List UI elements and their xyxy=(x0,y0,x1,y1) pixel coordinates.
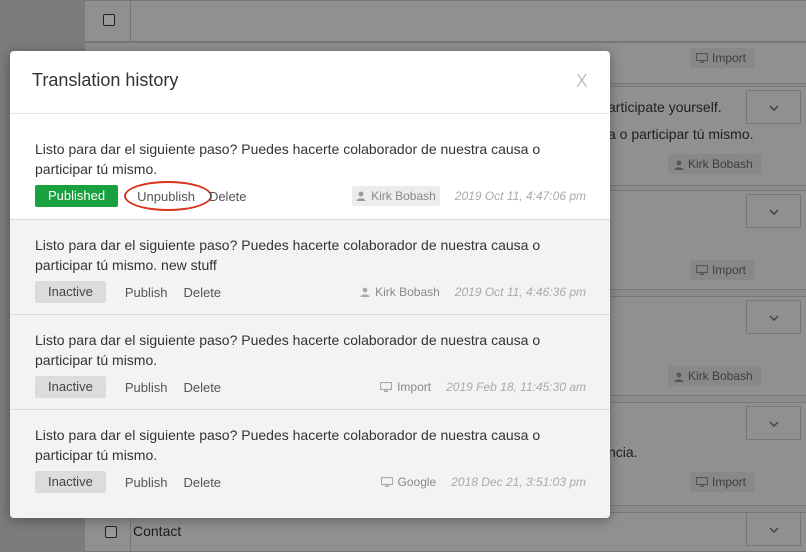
chevron-down-icon xyxy=(768,527,779,533)
publish-link[interactable]: Publish xyxy=(125,475,168,490)
monitor-icon xyxy=(380,476,393,487)
chevron-down-icon xyxy=(768,105,779,111)
expand-button[interactable] xyxy=(746,300,801,334)
timestamp: 2019 Oct 11, 4:47:06 pm xyxy=(454,189,586,203)
history-entry: Listo para dar el siguiente paso? Puedes… xyxy=(10,410,610,518)
history-entry: Listo para dar el siguiente paso? Puedes… xyxy=(10,315,610,410)
modal-title: Translation history xyxy=(32,70,179,90)
entry-actions: Inactive Publish Delete xyxy=(35,471,221,493)
user-icon xyxy=(356,191,366,201)
timestamp: 2019 Feb 18, 11:45:30 am xyxy=(446,380,586,394)
expand-button[interactable] xyxy=(746,512,801,546)
row-text: articipate yourself. xyxy=(608,99,722,115)
source-badge: Kirk Bobash xyxy=(668,154,761,174)
chevron-down-icon xyxy=(768,315,779,321)
chevron-down-icon xyxy=(768,209,779,215)
delete-link[interactable]: Delete xyxy=(183,285,221,300)
entry-actions: Inactive Publish Delete xyxy=(35,376,221,398)
entry-text: Listo para dar el siguiente paso? Puedes… xyxy=(35,427,541,463)
table-row xyxy=(85,0,806,42)
chevron-down-icon xyxy=(768,421,779,427)
delete-link[interactable]: Delete xyxy=(209,189,247,204)
entry-text: Listo para dar el siguiente paso? Puedes… xyxy=(35,141,541,177)
translation-history-modal: Translation history X Listo para dar el … xyxy=(10,51,610,518)
monitor-icon xyxy=(695,476,709,487)
source-badge: Import xyxy=(690,472,755,492)
monitor-icon xyxy=(695,264,709,275)
source-badge: Import xyxy=(690,48,755,68)
entry-actions: Published Unpublish Delete xyxy=(35,180,247,211)
status-badge: Published xyxy=(35,185,119,207)
status-badge: Inactive xyxy=(35,281,106,303)
monitor-icon xyxy=(695,52,709,63)
entry-text: Listo para dar el siguiente paso? Puedes… xyxy=(35,237,541,273)
close-button[interactable]: X xyxy=(576,71,588,92)
row-text: a o participar tú mismo. xyxy=(608,126,754,142)
user-icon xyxy=(674,160,684,170)
source-badge: Import xyxy=(690,260,755,280)
monitor-icon xyxy=(380,381,393,392)
expand-button[interactable] xyxy=(746,194,801,228)
row-text: ncia. xyxy=(608,444,638,460)
entry-meta: Kirk Bobash 2019 Oct 11, 4:46:36 pm xyxy=(360,281,586,303)
status-badge: Inactive xyxy=(35,376,106,398)
source-badge: Kirk Bobash xyxy=(668,366,761,386)
delete-link[interactable]: Delete xyxy=(183,380,221,395)
source-label: Import xyxy=(380,380,431,394)
entry-meta: Kirk Bobash 2019 Oct 11, 4:47:06 pm xyxy=(352,185,586,207)
expand-button[interactable] xyxy=(746,90,801,124)
source-badge: Kirk Bobash xyxy=(352,186,440,206)
modal-header: Translation history X xyxy=(10,51,610,114)
unpublish-link[interactable]: Unpublish xyxy=(124,180,213,211)
entry-meta: Google 2018 Dec 21, 3:51:03 pm xyxy=(380,471,586,493)
status-badge: Inactive xyxy=(35,471,106,493)
publish-link[interactable]: Publish xyxy=(125,380,168,395)
user-icon xyxy=(360,287,370,297)
publish-link[interactable]: Publish xyxy=(125,285,168,300)
timestamp: 2019 Oct 11, 4:46:36 pm xyxy=(454,285,586,299)
timestamp: 2018 Dec 21, 3:51:03 pm xyxy=(451,475,586,489)
entry-text: Listo para dar el siguiente paso? Puedes… xyxy=(35,332,541,368)
source-label: Google xyxy=(380,475,436,489)
delete-link[interactable]: Delete xyxy=(183,475,221,490)
row-checkbox[interactable] xyxy=(105,526,117,538)
table-row xyxy=(85,512,806,552)
row-checkbox[interactable] xyxy=(103,14,115,26)
user-icon xyxy=(674,372,684,382)
entry-meta: Import 2019 Feb 18, 11:45:30 am xyxy=(380,376,586,398)
expand-button[interactable] xyxy=(746,406,801,440)
source-label: Kirk Bobash xyxy=(360,285,440,299)
entry-actions: Inactive Publish Delete xyxy=(35,281,221,303)
history-entry: Listo para dar el siguiente paso? Puedes… xyxy=(10,114,610,220)
contact-label: Contact xyxy=(133,523,182,539)
history-entry: Listo para dar el siguiente paso? Puedes… xyxy=(10,220,610,315)
